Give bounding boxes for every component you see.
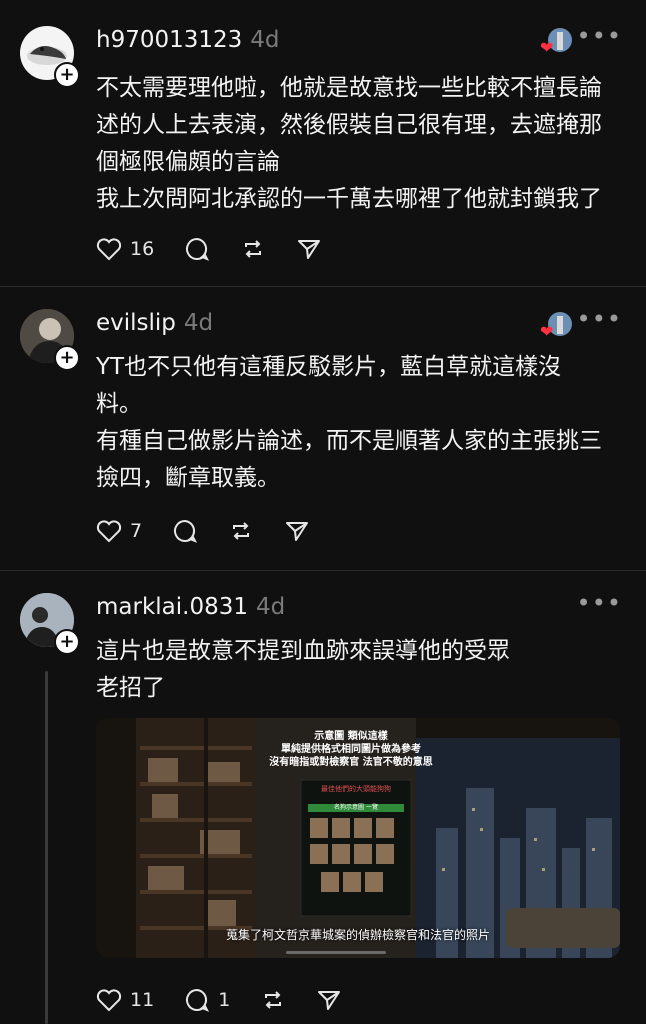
send-icon [286,522,309,541]
username[interactable]: evilslip 4d [96,310,213,336]
like-button[interactable]: 11 [96,988,154,1012]
username[interactable]: marklai.0831 4d [96,594,285,620]
reply-button[interactable] [184,236,210,262]
follow-plus-icon[interactable]: + [54,62,80,88]
like-button[interactable]: 16 [96,237,154,261]
like-count: 7 [130,520,143,542]
post-1: + h970013123 4d ❤ ••• 不太需要理他啦，他就是故意找一些比較不… [0,0,646,286]
more-icon[interactable]: ••• [577,22,622,50]
video-subtitle: 蒐集了柯文哲京華城案的偵辦檢察官和法官的照片 [225,928,490,942]
repost-button[interactable] [240,236,266,262]
reply-button[interactable]: 1 [184,987,230,1013]
action-bar: 16 [96,234,352,264]
like-count: 11 [130,989,155,1011]
comment-icon [174,519,198,543]
like-button[interactable]: 7 [96,519,142,543]
send-icon [298,240,321,259]
heart-icon [96,520,122,543]
heart-badge-icon: ❤ [540,38,554,57]
repost-button[interactable] [260,987,286,1013]
caption-top: 示意圖 類似這樣 單純提供格式相同圖片做為參考 沒有暗指或對檢察官 法官不敬的意… [269,731,433,768]
action-bar: 11 1 [96,985,372,1015]
thread-line [45,671,48,1024]
post-image[interactable]: 示意圖 類似這樣 單純提供格式相同圖片做為參考 沒有暗指或對檢察官 法官不敬的意… [96,718,620,958]
more-icon[interactable]: ••• [577,305,622,333]
repost-icon [265,991,282,1009]
reply-count: 1 [218,989,231,1011]
comment-icon [186,988,210,1012]
follow-plus-icon[interactable]: + [54,345,80,371]
share-button[interactable] [316,987,342,1013]
post-text: YT也不只他有這種反駁影片，藍白草就這樣沒 料。 有種自己做影片論述，而不是順著人家… [96,354,602,491]
post-text: 不太需要理他啦，他就是故意找一些比較不擅長論 述的人上去表演，然後假裝自己很有理，… [96,75,602,212]
more-icon[interactable]: ••• [577,589,622,617]
poster-title: 最佳他們的大頭能狗狗 [321,785,391,793]
timestamp: 4d [183,310,214,336]
post-text: 這片也是故意不提到血跡來誤導他的受眾 老招了 [96,638,510,701]
repost-icon [233,522,250,540]
share-button[interactable] [296,236,322,262]
comment-icon [186,237,210,261]
action-bar: 7 [96,516,340,546]
heart-icon [96,238,122,261]
like-count: 16 [130,238,155,260]
heart-icon [96,989,122,1012]
repost-button[interactable] [228,518,254,544]
heart-badge-icon: ❤ [540,322,554,341]
poster-subtitle: 名狗示意圖 一覽 [334,804,378,811]
share-button[interactable] [284,518,310,544]
post-2: + evilslip 4d ❤ ••• YT也不只他有這種反駁影片，藍白草就這樣沒… [0,287,646,570]
timestamp: 4d [256,594,286,620]
reply-button[interactable] [172,518,198,544]
send-icon [318,991,341,1010]
repost-icon [245,240,262,258]
timestamp: 4d [250,27,280,53]
follow-plus-icon[interactable]: + [54,629,80,655]
username[interactable]: h970013123 4d [96,27,280,53]
